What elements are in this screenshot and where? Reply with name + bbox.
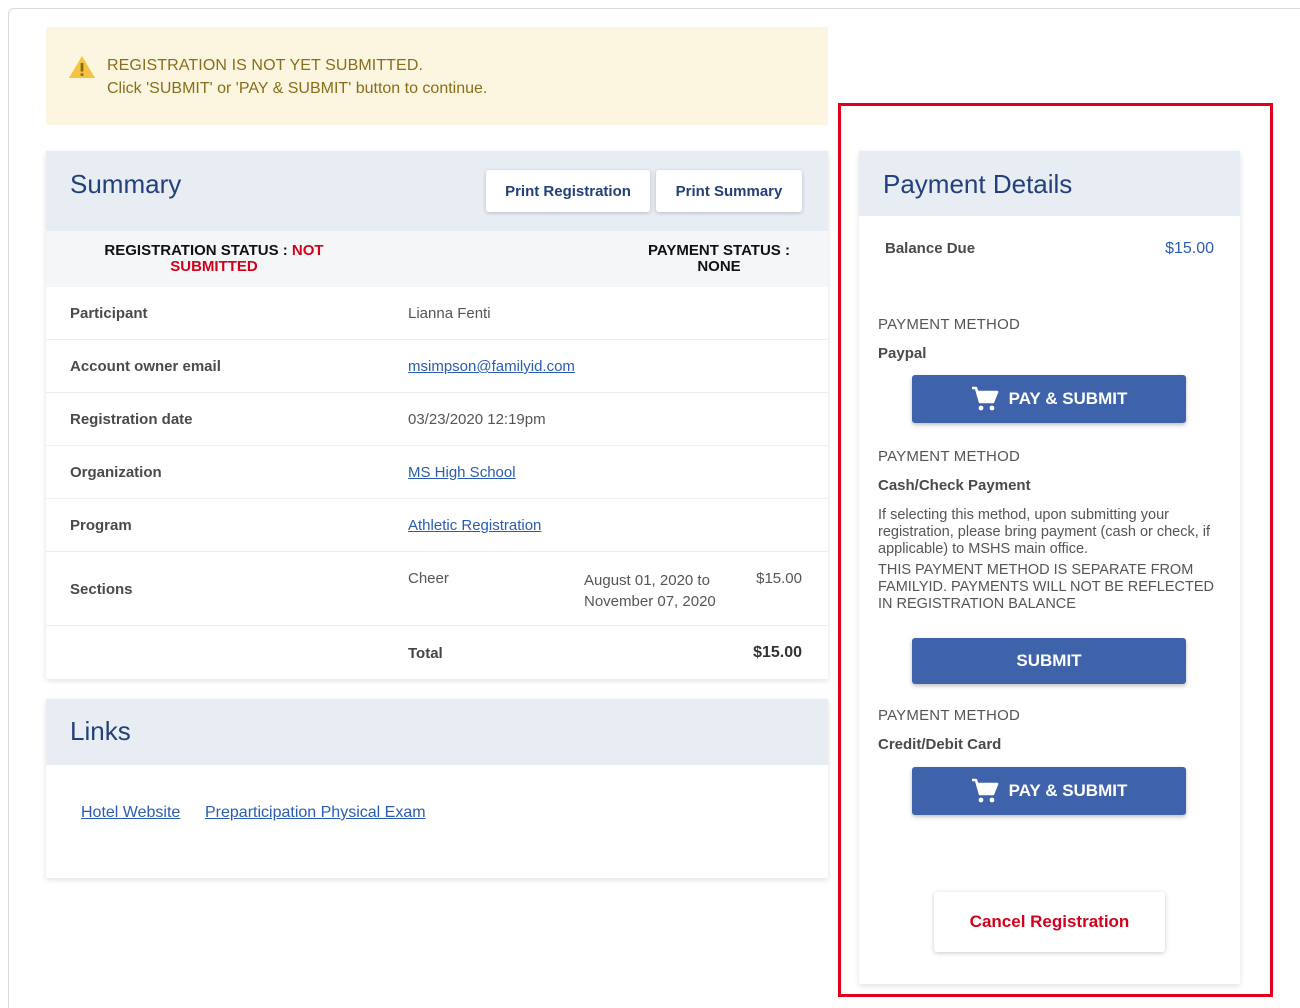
section-name: Cheer bbox=[408, 570, 449, 587]
links-title: Links bbox=[70, 716, 131, 746]
payment-details-card: Payment Details Balance Due $15.00 PAYME… bbox=[859, 151, 1240, 984]
physical-exam-link[interactable]: Preparticipation Physical Exam bbox=[205, 804, 426, 822]
section-dates-start: August 01, 2020 to bbox=[584, 572, 710, 589]
registration-status-value-2: SUBMITTED bbox=[170, 258, 258, 275]
program-cell: Athletic Registration bbox=[408, 517, 541, 534]
row-label: Program bbox=[70, 517, 132, 534]
total-label: Total bbox=[408, 645, 443, 662]
registration-status: REGISTRATION STATUS : NOT SUBMITTED bbox=[101, 243, 327, 275]
warning-icon bbox=[69, 56, 95, 78]
participant-name: Lianna Fenti bbox=[408, 305, 491, 322]
table-row: Organization MS High School bbox=[46, 446, 828, 499]
account-email-cell: msimpson@familyid.com bbox=[408, 358, 575, 375]
alert-title: REGISTRATION IS NOT YET SUBMITTED. bbox=[107, 57, 424, 74]
payment-method-heading: PAYMENT METHOD bbox=[878, 316, 1020, 333]
row-label: Account owner email bbox=[70, 358, 221, 375]
row-label: Participant bbox=[70, 305, 148, 322]
payment-method-heading: PAYMENT METHOD bbox=[878, 707, 1020, 724]
alert-message: Click 'SUBMIT' or 'PAY & SUBMIT' button … bbox=[107, 80, 488, 97]
balance-due-label: Balance Due bbox=[885, 240, 976, 257]
hotel-website-link[interactable]: Hotel Website bbox=[81, 804, 180, 822]
row-label: Organization bbox=[70, 464, 162, 481]
payment-status: PAYMENT STATUS : NONE bbox=[636, 243, 802, 275]
paypal-pay-submit-button[interactable]: PAY & SUBMIT bbox=[912, 375, 1186, 423]
status-row: REGISTRATION STATUS : NOT SUBMITTED PAYM… bbox=[46, 231, 828, 287]
sections-row: Sections Cheer August 01, 2020 to Novemb… bbox=[46, 552, 828, 626]
payment-header: Payment Details bbox=[859, 151, 1240, 216]
summary-card: Summary Print Registration Print Summary… bbox=[46, 151, 828, 679]
organization-link[interactable]: MS High School bbox=[408, 464, 516, 481]
cash-check-notice: THIS PAYMENT METHOD IS SEPARATE FROM FAM… bbox=[878, 562, 1214, 612]
table-row: Participant Lianna Fenti bbox=[46, 287, 828, 340]
total-amount: $15.00 bbox=[753, 644, 802, 661]
table-row: Registration date 03/23/2020 12:19pm bbox=[46, 393, 828, 446]
links-header: Links bbox=[46, 699, 828, 765]
section-amount: $15.00 bbox=[756, 570, 802, 587]
cancel-registration-button[interactable]: Cancel Registration bbox=[934, 892, 1165, 952]
payment-method-cash-check: Cash/Check Payment bbox=[878, 477, 1031, 494]
card-pay-submit-button[interactable]: PAY & SUBMIT bbox=[912, 767, 1186, 815]
account-email-link[interactable]: msimpson@familyid.com bbox=[408, 358, 575, 375]
summary-header: Summary Print Registration Print Summary bbox=[46, 151, 828, 231]
payment-status-value: NONE bbox=[697, 258, 741, 275]
print-summary-button[interactable]: Print Summary bbox=[656, 170, 802, 212]
row-label: Sections bbox=[70, 581, 133, 598]
registration-status-label: REGISTRATION STATUS : bbox=[104, 242, 292, 259]
section-dates-end: November 07, 2020 bbox=[584, 593, 716, 610]
cash-check-description: If selecting this method, upon submittin… bbox=[878, 507, 1211, 557]
balance-due-value: $15.00 bbox=[1165, 240, 1214, 257]
table-row: Account owner email msimpson@familyid.co… bbox=[46, 340, 828, 393]
payment-title: Payment Details bbox=[883, 169, 1073, 199]
cart-icon bbox=[971, 778, 998, 803]
paypal-pay-submit-label: PAY & SUBMIT bbox=[1008, 389, 1128, 408]
links-card: Links Hotel Website Preparticipation Phy… bbox=[46, 699, 828, 878]
total-row: Total $15.00 bbox=[46, 626, 828, 678]
card-pay-submit-label: PAY & SUBMIT bbox=[1008, 781, 1128, 800]
organization-cell: MS High School bbox=[408, 464, 516, 481]
row-label: Registration date bbox=[70, 411, 193, 428]
table-row: Program Athletic Registration bbox=[46, 499, 828, 552]
payment-method-paypal: Paypal bbox=[878, 345, 927, 362]
payment-method-heading: PAYMENT METHOD bbox=[878, 448, 1020, 465]
payment-status-label: PAYMENT STATUS : bbox=[648, 242, 790, 259]
not-submitted-alert: REGISTRATION IS NOT YET SUBMITTED. Click… bbox=[46, 27, 828, 125]
program-link[interactable]: Athletic Registration bbox=[408, 517, 541, 534]
registration-status-value: NOT bbox=[291, 242, 324, 259]
cart-icon bbox=[971, 386, 998, 411]
summary-title: Summary bbox=[70, 169, 182, 199]
cash-check-submit-button[interactable]: SUBMIT bbox=[912, 638, 1186, 684]
print-registration-button[interactable]: Print Registration bbox=[486, 170, 650, 212]
payment-method-credit-debit: Credit/Debit Card bbox=[878, 736, 1002, 753]
section-dates: August 01, 2020 to November 07, 2020 bbox=[584, 570, 744, 612]
registration-date: 03/23/2020 12:19pm bbox=[408, 411, 546, 428]
cash-check-submit-label: SUBMIT bbox=[1016, 651, 1082, 670]
